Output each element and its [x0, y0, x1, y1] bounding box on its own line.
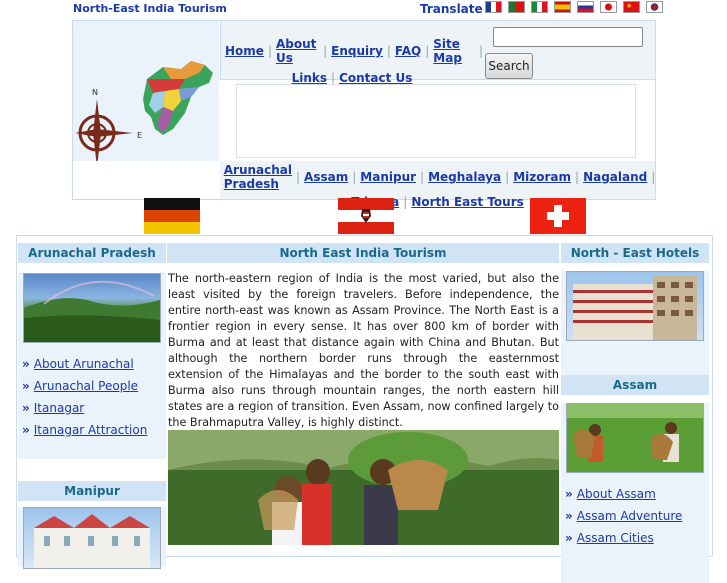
spanish-flag-icon[interactable]: [554, 1, 571, 13]
search-button[interactable]: Search: [485, 53, 533, 79]
itanagar-link[interactable]: Itanagar: [34, 401, 84, 415]
compass-north-label: N: [92, 88, 98, 97]
north-east-tours-link[interactable]: North East Tours: [407, 195, 527, 209]
hotels-section-title: North - East Hotels: [561, 243, 709, 263]
menu-faq-link[interactable]: FAQ: [391, 44, 425, 58]
assam-tea-garden-image[interactable]: [566, 403, 704, 473]
assam-section-title: Assam: [561, 375, 709, 395]
menu-site-map-link[interactable]: Site Map: [429, 37, 479, 65]
assam-cities-link[interactable]: Assam Cities: [577, 531, 654, 545]
top-menu: Home | About Us | Enquiry | FAQ | Site Map | …: [220, 21, 483, 85]
state-link-mizoram[interactable]: Mizoram: [509, 170, 575, 184]
left-sidebar: Arunachal Pradesh » About Arunachal » Arun…: [18, 243, 166, 569]
center-title: North East India Tourism: [167, 243, 559, 263]
arunachal-panel: » About Arunachal » Arunachal People » Itan…: [18, 273, 166, 459]
right-sidebar: North - East Hotels Assam » About Assam »…: [561, 243, 709, 583]
arunachal-section-title: Arunachal Pradesh: [18, 243, 166, 263]
menu-contact-us-link[interactable]: Contact Us: [335, 71, 416, 85]
site-title: North-East India Tourism: [73, 2, 227, 15]
assam-adventure-link[interactable]: Assam Adventure: [577, 509, 683, 523]
header: N E Home | About Us | Enquiry | FAQ | Site M…: [72, 20, 656, 209]
chinese-flag-icon[interactable]: ★: [623, 1, 640, 13]
about-assam-link[interactable]: About Assam: [577, 487, 656, 501]
list-item: » Assam Cities: [565, 531, 654, 545]
italian-flag-icon[interactable]: [531, 1, 548, 13]
manipur-panel: [18, 507, 166, 569]
german-flag-icon[interactable]: [144, 198, 200, 234]
northeast-map-logo[interactable]: N E: [73, 21, 219, 167]
portuguese-flag-icon[interactable]: [508, 1, 525, 13]
list-item: » Itanagar: [22, 401, 85, 415]
state-link-nagaland[interactable]: Nagaland: [579, 170, 651, 184]
french-flag-icon[interactable]: [485, 1, 502, 13]
arunachal-landscape-image[interactable]: [23, 273, 161, 343]
about-arunachal-link[interactable]: About Arunachal: [34, 357, 134, 371]
menu-enquiry-link[interactable]: Enquiry: [327, 44, 387, 58]
manipur-section-title: Manipur: [18, 481, 166, 501]
intro-paragraph: The north-eastern region of India is the…: [168, 272, 559, 429]
list-item: » About Arunachal: [22, 357, 134, 371]
list-item: » Itanagar Attraction: [22, 423, 148, 437]
list-item: » Arunachal People: [22, 379, 139, 393]
austrian-flag-icon[interactable]: [338, 198, 394, 234]
list-item: » Assam Adventure: [565, 509, 683, 523]
japanese-flag-icon[interactable]: [600, 1, 617, 13]
itanagar-attraction-link[interactable]: Itanagar Attraction: [34, 423, 148, 437]
translate-label: Translate :: [420, 2, 492, 16]
manipur-building-image[interactable]: [23, 507, 161, 569]
hotels-panel: [561, 271, 709, 375]
state-link-meghalaya[interactable]: Meghalaya: [424, 170, 505, 184]
menu-about-us-link[interactable]: About Us: [272, 37, 323, 65]
states-nav: Arunachal Pradesh | Assam | Manipur | Megha…: [220, 161, 655, 209]
tea-pickers-photo[interactable]: [168, 430, 559, 545]
state-link-arunachal-pradesh[interactable]: Arunachal Pradesh: [220, 163, 296, 191]
swiss-flag-icon[interactable]: [530, 198, 586, 234]
arunachal-people-link[interactable]: Arunachal People: [34, 379, 138, 393]
banner-placeholder: [236, 84, 636, 158]
state-link-assam[interactable]: Assam: [300, 170, 352, 184]
russian-flag-icon[interactable]: [577, 1, 594, 13]
menu-home-link[interactable]: Home: [221, 44, 268, 58]
menu-links-link[interactable]: Links: [288, 71, 331, 85]
state-link-manipur[interactable]: Manipur: [356, 170, 420, 184]
list-item: » About Assam: [565, 487, 656, 501]
hotel-building-image[interactable]: [566, 271, 704, 341]
translate-flags: ★: [485, 1, 663, 13]
search-input[interactable]: [493, 27, 643, 47]
assam-panel: » About Assam » Assam Adventure » Assam Cit…: [561, 403, 709, 583]
search-area: Search: [483, 21, 655, 80]
compass-east-label: E: [137, 131, 142, 140]
korean-flag-icon[interactable]: [646, 1, 663, 13]
